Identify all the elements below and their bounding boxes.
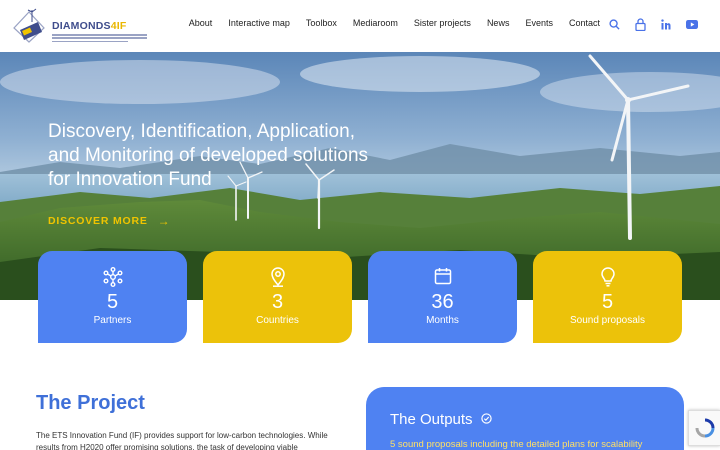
outputs-panel: The Outputs 5 sound proposals including … [366,387,684,450]
nav-item-about[interactable]: About [189,18,213,28]
hero-title-line: for Innovation Fund [48,169,212,190]
hero-title-line: Discovery, Identification, Application, [48,121,355,142]
site-logo[interactable]: DIAMONDS4IF [12,8,147,48]
discover-more-label: DISCOVER MORE [48,215,148,227]
check-circle-icon [480,411,492,428]
discover-more-link[interactable]: DISCOVER MORE → [48,214,170,228]
recaptcha-badge[interactable] [688,410,720,446]
logo-wordmark: DIAMONDS4IF [52,20,127,32]
logo-tagline [52,34,147,44]
stat-value: 36 [431,291,454,313]
search-icon[interactable] [606,16,622,32]
linkedin-icon[interactable] [658,16,674,32]
stat-value: 5 [601,291,614,313]
project-heading: The Project [36,392,145,414]
arrow-right-icon: → [157,214,171,228]
hero-title-line: and Monitoring of developed solutions [48,145,369,166]
stat-label: Partners [93,315,132,326]
lightbulb-icon [533,267,682,287]
logo-emblem-icon [13,8,45,43]
nav-item-events[interactable]: Events [525,18,553,28]
stat-card-countries: 3 Countries [203,251,352,343]
nav-item-news[interactable]: News [487,18,510,28]
stat-value: 3 [271,291,284,313]
site-header: DIAMONDS4IF About Interactive map Toolbo… [0,0,720,52]
calendar-icon [368,267,517,287]
outputs-description: 5 sound proposals including the detailed… [390,439,643,450]
stat-card-partners: 5 Partners [38,251,187,343]
lock-icon[interactable] [632,16,648,32]
stat-label: Countries [256,315,299,326]
nav-item-toolbox[interactable]: Toolbox [306,18,337,28]
nav-item-mediaroom[interactable]: Mediaroom [353,18,398,28]
youtube-icon[interactable] [684,16,700,32]
stat-label: Sound proposals [569,315,646,326]
stat-card-sound-proposals: 5 Sound proposals [533,251,682,343]
stat-card-months: 36 Months [368,251,517,343]
outputs-heading-label: The Outputs [390,411,473,428]
header-icons [596,16,700,32]
nav-item-sister-projects[interactable]: Sister projects [414,18,471,28]
stat-value: 5 [106,291,119,313]
hero-title: Discovery, Identification, Application, … [48,120,428,192]
main-nav: About Interactive map Toolbox Mediaroom … [173,18,600,28]
location-pin-icon [203,267,352,287]
network-icon [38,267,187,287]
recaptcha-icon [695,418,714,438]
stat-label: Months [426,315,459,326]
outputs-heading: The Outputs [390,411,492,428]
nav-item-interactive-map[interactable]: Interactive map [228,18,290,28]
project-description: The ETS Innovation Fund (IF) provides su… [36,431,328,450]
